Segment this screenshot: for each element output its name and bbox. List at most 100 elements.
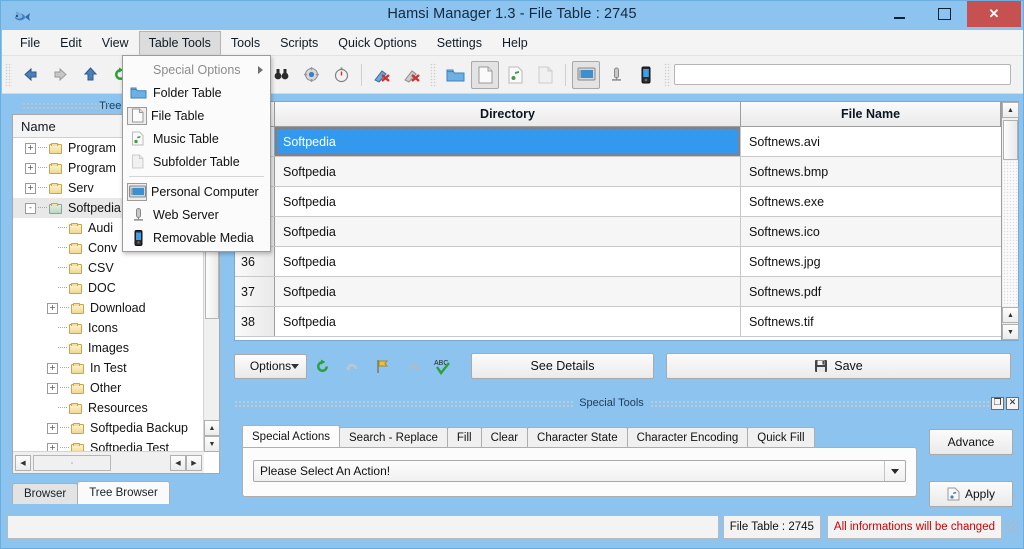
chevron-down-icon[interactable] — [884, 461, 905, 481]
tree-scroll-left-icon[interactable]: ◀ — [15, 454, 31, 471]
menu-scripts[interactable]: Scripts — [270, 31, 328, 55]
tab-search-replace[interactable]: Search - Replace — [339, 427, 448, 447]
menu-file[interactable]: File — [10, 31, 50, 55]
column-header-file-name[interactable]: File Name — [741, 102, 1001, 126]
options-button[interactable]: Options — [234, 353, 307, 379]
tree-node[interactable]: Icons — [13, 318, 204, 338]
apply-button[interactable]: Apply — [929, 481, 1013, 507]
cell-directory[interactable]: Softpedia — [275, 127, 741, 156]
tab-clear[interactable]: Clear — [480, 427, 529, 447]
cell-file-name[interactable]: Softnews.bmp — [741, 157, 1001, 186]
tree-scroll-down-icon[interactable]: ▼ — [204, 436, 220, 452]
tree-expander-icon[interactable]: + — [25, 142, 36, 154]
tree-node[interactable]: CSV — [13, 258, 204, 278]
table-row[interactable]: 38 Softpedia Softnews.tif — [235, 307, 1001, 337]
menu-item-web-server[interactable]: Web Server — [123, 203, 270, 226]
save-button[interactable]: Save — [666, 353, 1011, 379]
table-tools-dropdown[interactable]: Special Options Folder Table File Table … — [122, 55, 271, 252]
see-details-button[interactable]: See Details — [471, 353, 654, 379]
tree-hscroll-left-icon[interactable]: ◀ — [170, 454, 186, 471]
tree-node[interactable]: + In Test — [13, 358, 204, 378]
folder-table-icon[interactable] — [441, 61, 469, 89]
personal-computer-icon[interactable] — [572, 60, 600, 89]
cell-directory[interactable]: Softpedia — [275, 187, 741, 216]
table-row[interactable]: 37 Softpedia Softnews.pdf — [235, 277, 1001, 307]
minimize-button[interactable] — [877, 1, 922, 27]
tree-node[interactable]: Resources — [13, 398, 204, 418]
menu-item-special-options[interactable]: Special Options — [123, 58, 270, 81]
forward-icon[interactable] — [46, 61, 74, 89]
binoculars-icon[interactable] — [267, 61, 295, 89]
toolbar-grip-3[interactable] — [664, 62, 671, 87]
toolbar-grip-2[interactable] — [430, 62, 437, 87]
tree-expander-icon[interactable]: + — [47, 302, 58, 314]
menu-item-music-table[interactable]: Music Table — [123, 127, 270, 150]
cell-directory[interactable]: Softpedia — [275, 307, 741, 336]
removable-media-icon[interactable] — [632, 61, 660, 89]
table-row[interactable]: 36 Softpedia Softnews.jpg — [235, 247, 1001, 277]
menu-edit[interactable]: Edit — [50, 31, 92, 55]
clear-broom-red-icon[interactable] — [368, 61, 396, 89]
table-row[interactable]: Softpedia Softnews.avi — [235, 127, 1001, 157]
tree-expander-icon[interactable]: - — [25, 202, 36, 214]
tab-quick-fill[interactable]: Quick Fill — [747, 427, 815, 447]
special-tools-close-icon[interactable]: ✕ — [1006, 396, 1019, 410]
maximize-button[interactable] — [922, 1, 967, 27]
menu-item-file-table[interactable]: File Table — [123, 104, 270, 127]
tab-special-actions[interactable]: Special Actions — [242, 425, 340, 447]
menu-settings[interactable]: Settings — [427, 31, 492, 55]
cell-file-name[interactable]: Softnews.exe — [741, 187, 1001, 216]
web-server-icon[interactable] — [602, 61, 630, 89]
tree-expander-icon[interactable]: + — [47, 362, 58, 374]
menu-quick-options[interactable]: Quick Options — [328, 31, 427, 55]
close-button[interactable]: ✕ — [967, 1, 1021, 27]
tree-node[interactable]: + Other — [13, 378, 204, 398]
table-row[interactable]: Softpedia Softnews.bmp — [235, 157, 1001, 187]
tab-fill[interactable]: Fill — [446, 427, 482, 447]
tree-node[interactable]: DOC — [13, 278, 204, 298]
redo-green-icon[interactable] — [307, 353, 337, 379]
menu-tools[interactable]: Tools — [221, 31, 270, 55]
tree-expander-icon[interactable]: + — [47, 382, 58, 394]
table-row[interactable]: Softpedia Softnews.exe — [235, 187, 1001, 217]
tree-hscroll-right-icon[interactable]: ▶ — [186, 454, 202, 471]
table-scroll-down-icon[interactable]: ▼ — [1002, 324, 1019, 340]
table-row[interactable]: Softpedia Softnews.ico — [235, 217, 1001, 247]
music-table-icon[interactable] — [501, 61, 529, 89]
tab-character-encoding[interactable]: Character Encoding — [626, 427, 749, 447]
table-scroll-up-icon[interactable]: ▲ — [1002, 102, 1019, 118]
menu-table-tools[interactable]: Table Tools — [138, 30, 221, 55]
special-tools-float-icon[interactable]: ❐ — [991, 396, 1004, 410]
cell-directory[interactable]: Softpedia — [275, 277, 741, 306]
spellcheck-icon[interactable]: ABC — [427, 353, 457, 379]
undo-icon[interactable] — [337, 353, 367, 379]
tree-node[interactable]: + Download — [13, 298, 204, 318]
special-tools-grip-left[interactable] — [234, 399, 574, 407]
tree-node[interactable]: + Softpedia Backup — [13, 418, 204, 438]
table-body[interactable]: Softpedia Softnews.avi Softpedia Softnews.b… — [235, 127, 1001, 340]
subfolder-table-icon[interactable] — [531, 61, 559, 89]
table-scroll-thumb[interactable] — [1003, 120, 1018, 160]
tab-browser[interactable]: Browser — [12, 483, 79, 504]
redo-gray-icon[interactable] — [397, 353, 427, 379]
flag-icon[interactable] — [367, 353, 397, 379]
menu-item-folder-table[interactable]: Folder Table — [123, 81, 270, 104]
cell-file-name[interactable]: Softnews.tif — [741, 307, 1001, 336]
tree-expander-icon[interactable]: + — [47, 422, 58, 434]
tree-scroll-up-icon[interactable]: ▲ — [204, 420, 220, 436]
tree-node[interactable]: + Softpedia Test — [13, 438, 204, 452]
resize-grip[interactable] — [1005, 520, 1019, 534]
tree-expander-icon[interactable]: + — [25, 182, 36, 194]
toolbar-grip[interactable] — [5, 62, 12, 87]
up-icon[interactable] — [76, 61, 104, 89]
search-input[interactable] — [674, 64, 1011, 85]
back-icon[interactable] — [16, 61, 44, 89]
tree-hscroll-thumb[interactable] — [33, 454, 111, 471]
cell-file-name[interactable]: Softnews.pdf — [741, 277, 1001, 306]
menu-item-subfolder-table[interactable]: Subfolder Table — [123, 150, 270, 173]
tab-tree-browser[interactable]: Tree Browser — [77, 481, 170, 504]
cell-file-name[interactable]: Softnews.avi — [741, 127, 1001, 156]
timer-icon[interactable] — [327, 61, 355, 89]
clear-broom-red2-icon[interactable] — [398, 61, 426, 89]
menu-item-personal-computer[interactable]: Personal Computer — [123, 180, 270, 203]
